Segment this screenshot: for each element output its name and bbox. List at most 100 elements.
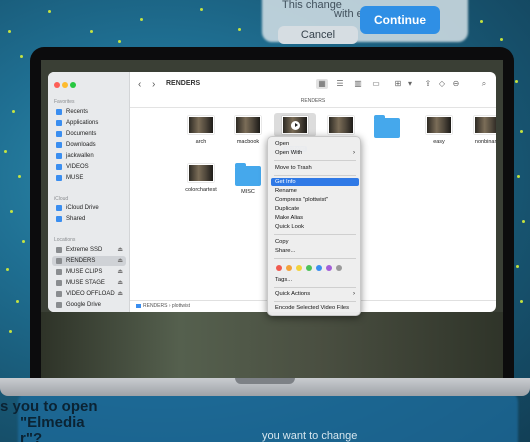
menu-item-label: Open With xyxy=(275,150,303,156)
list-view-icon[interactable]: ☰ xyxy=(334,79,346,89)
gallery-view-icon[interactable]: ▭ xyxy=(370,79,382,89)
folder-item[interactable] xyxy=(366,115,408,138)
sidebar-item-shared[interactable]: Shared xyxy=(52,214,126,224)
sidebar-item-recents[interactable]: Recents xyxy=(52,107,126,117)
tag-green-icon[interactable] xyxy=(306,265,312,271)
menu-item-label: Encode Selected Video Files xyxy=(275,305,350,311)
toolbar: ‹ › RENDERS ▦ ☰ ▥ ▭ ⊞ ▾ ⇪ ◇ ⊖ ⌕ xyxy=(130,72,496,98)
menu-separator xyxy=(274,258,356,259)
sidebar-item-icloud-drive[interactable]: iCloud Drive xyxy=(52,203,126,213)
sidebar-item-label: VIDEOS xyxy=(66,164,89,170)
column-view-icon[interactable]: ▥ xyxy=(352,79,364,89)
menu-item-label: Copy xyxy=(275,239,289,245)
sidebar-item-label: VIDEO OFFLOAD xyxy=(66,291,115,297)
menu-item-quick-look[interactable]: Quick Look xyxy=(271,223,359,231)
video-thumbnail xyxy=(282,116,308,134)
eject-icon[interactable]: ⏏ xyxy=(117,245,123,255)
chevron-right-icon: › xyxy=(353,291,355,297)
drive-icon xyxy=(56,247,62,253)
tag-icon[interactable]: ◇ xyxy=(436,79,448,89)
sidebar-item-videos[interactable]: VIDEOS xyxy=(52,162,126,172)
drive-icon xyxy=(56,302,62,308)
bg-dialog-text: s you to open xyxy=(0,398,98,415)
sidebar-item-google-drive[interactable]: Google Drive xyxy=(52,300,126,310)
menu-item-encode-video[interactable]: Encode Selected Video Files xyxy=(271,304,359,312)
sidebar-item-label: jackwallen xyxy=(66,153,94,159)
sidebar-item-renders[interactable]: RENDERS ⏏ xyxy=(52,256,126,266)
tag-orange-icon[interactable] xyxy=(286,265,292,271)
menu-item-duplicate[interactable]: Duplicate xyxy=(271,205,359,213)
folder-item[interactable]: MISC xyxy=(227,163,269,195)
eject-icon[interactable]: ⏏ xyxy=(117,267,123,277)
sidebar-item-downloads[interactable]: Downloads xyxy=(52,140,126,150)
menu-item-copy[interactable]: Copy xyxy=(271,238,359,246)
sidebar-item-video-offload[interactable]: VIDEO OFFLOAD ⏏ xyxy=(52,289,126,299)
file-label: easy xyxy=(433,139,445,145)
eject-icon[interactable]: ⏏ xyxy=(117,256,123,266)
sidebar-item-muse[interactable]: MUSE xyxy=(52,173,126,183)
forward-button[interactable]: › xyxy=(152,79,155,90)
share-icon[interactable]: ⇪ xyxy=(422,79,434,89)
search-icon[interactable]: ⌕ xyxy=(478,79,490,89)
eject-icon[interactable]: ⏏ xyxy=(117,289,123,299)
tag-red-icon[interactable] xyxy=(276,265,282,271)
more-actions-icon[interactable]: ⊖ xyxy=(450,79,462,89)
menu-item-get-info[interactable]: Get Info xyxy=(271,178,359,186)
tag-purple-icon[interactable] xyxy=(326,265,332,271)
menu-item-open-with[interactable]: Open With › xyxy=(271,149,359,157)
sidebar-item-applications[interactable]: Applications xyxy=(52,118,126,128)
menu-item-tags[interactable]: Tags... xyxy=(271,276,359,284)
menu-item-open[interactable]: Open xyxy=(271,140,359,148)
path-segment[interactable]: RENDERS xyxy=(143,303,167,309)
back-button[interactable]: ‹ xyxy=(138,79,141,90)
icon-view-icon[interactable]: ▦ xyxy=(316,79,328,89)
sidebar-item-home[interactable]: jackwallen xyxy=(52,151,126,161)
menu-separator xyxy=(274,287,356,288)
sidebar-item-label: MUSE STAGE xyxy=(66,280,105,286)
menu-separator xyxy=(274,301,356,302)
tag-blue-icon[interactable] xyxy=(316,265,322,271)
close-window-button[interactable] xyxy=(54,82,60,88)
sidebar-item-muse-stage[interactable]: MUSE STAGE ⏏ xyxy=(52,278,126,288)
sidebar-item-label: Shared xyxy=(66,216,86,222)
menu-item-move-to-trash[interactable]: Move to Trash xyxy=(271,164,359,172)
menu-item-share[interactable]: Share... xyxy=(271,247,359,255)
sidebar: Favorites Recents Applications Documents… xyxy=(48,72,130,312)
video-thumbnail xyxy=(328,116,354,134)
menu-item-label: Get Info xyxy=(275,179,296,185)
sidebar-item-label: iCloud Drive xyxy=(66,205,99,211)
bg-cancel-button: Cancel xyxy=(278,26,358,44)
folder-icon xyxy=(374,115,400,138)
path-segment[interactable]: plottwist xyxy=(172,303,190,309)
menu-item-quick-actions[interactable]: Quick Actions › xyxy=(271,290,359,298)
chevron-down-icon[interactable]: ▾ xyxy=(406,79,414,89)
sidebar-item-muse-clips[interactable]: MUSE CLIPS ⏏ xyxy=(52,267,126,277)
menu-item-label: Open xyxy=(275,141,290,147)
file-item[interactable]: macbook xyxy=(227,116,269,145)
file-item[interactable] xyxy=(320,116,362,134)
shared-folder-icon xyxy=(56,216,62,222)
chevron-right-icon: › xyxy=(353,150,355,156)
sidebar-item-documents[interactable]: Documents xyxy=(52,129,126,139)
bg-dialog-text: "Elmedia xyxy=(20,414,85,431)
file-item[interactable]: colorchartest xyxy=(180,164,222,193)
eject-icon[interactable]: ⏏ xyxy=(117,278,123,288)
menu-item-rename[interactable]: Rename xyxy=(271,187,359,195)
file-item[interactable]: nonbinary xyxy=(466,116,496,145)
menu-item-make-alias[interactable]: Make Alias xyxy=(271,214,359,222)
menu-item-label: Move to Trash xyxy=(275,165,312,171)
group-by-icon[interactable]: ⊞ xyxy=(392,79,404,89)
bg-dialog-text: r"? xyxy=(20,430,43,442)
drive-icon xyxy=(56,291,62,297)
minimize-window-button[interactable] xyxy=(62,82,68,88)
clock-icon xyxy=(56,109,62,115)
file-item[interactable]: easy xyxy=(418,116,460,145)
file-item[interactable]: arch xyxy=(180,116,222,145)
sidebar-item-extreme-ssd[interactable]: Extreme SSD ⏏ xyxy=(52,245,126,255)
tag-gray-icon[interactable] xyxy=(336,265,342,271)
sidebar-item-label: RENDERS xyxy=(66,258,96,264)
download-icon xyxy=(56,142,62,148)
zoom-window-button[interactable] xyxy=(70,82,76,88)
menu-item-compress[interactable]: Compress "plottwist" xyxy=(271,196,359,204)
tag-yellow-icon[interactable] xyxy=(296,265,302,271)
